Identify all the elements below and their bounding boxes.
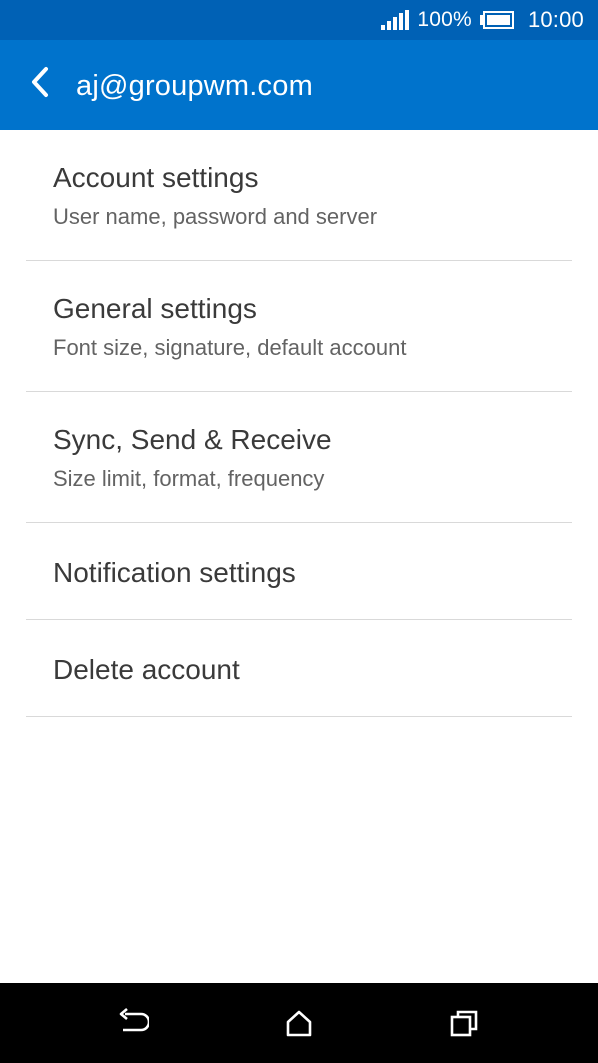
back-button[interactable] (18, 62, 62, 106)
navigation-bar (0, 983, 598, 1063)
list-item-delete-account[interactable]: Delete account (0, 620, 598, 717)
nav-back-button[interactable] (111, 1003, 155, 1047)
chevron-left-icon (29, 66, 51, 103)
nav-home-button[interactable] (277, 1003, 321, 1047)
list-item-subtitle: Size limit, format, frequency (53, 466, 325, 491)
settings-list: Account settings User name, password and… (0, 130, 598, 717)
signal-icon (381, 10, 410, 30)
recent-apps-icon (449, 1009, 479, 1042)
list-item-subtitle: Font size, signature, default account (53, 335, 407, 360)
list-item-title: General settings (53, 293, 257, 324)
list-item-title: Delete account (53, 654, 240, 685)
list-item-general-settings[interactable]: General settings Font size, signature, d… (0, 261, 598, 392)
list-item-notification-settings[interactable]: Notification settings (0, 523, 598, 620)
list-item-subtitle: User name, password and server (53, 204, 378, 229)
battery-icon (479, 11, 514, 29)
back-icon (117, 1007, 151, 1043)
battery-percent: 100% (417, 8, 472, 31)
status-indicators: 100% 10:00 (381, 0, 584, 40)
list-item-title: Notification settings (53, 557, 296, 588)
list-item-title: Account settings (53, 162, 259, 193)
page-title: aj@groupwm.com (76, 70, 313, 102)
clock: 10:00 (527, 7, 584, 32)
list-item-title: Sync, Send & Receive (53, 424, 332, 455)
list-item-account-settings[interactable]: Account settings User name, password and… (0, 130, 598, 261)
status-bar: 100% 10:00 (0, 0, 598, 40)
nav-recent-apps-button[interactable] (442, 1003, 486, 1047)
action-bar: aj@groupwm.com (0, 40, 598, 130)
list-item-sync-send-receive[interactable]: Sync, Send & Receive Size limit, format,… (0, 392, 598, 523)
divider (26, 716, 572, 717)
home-icon (284, 1009, 314, 1042)
